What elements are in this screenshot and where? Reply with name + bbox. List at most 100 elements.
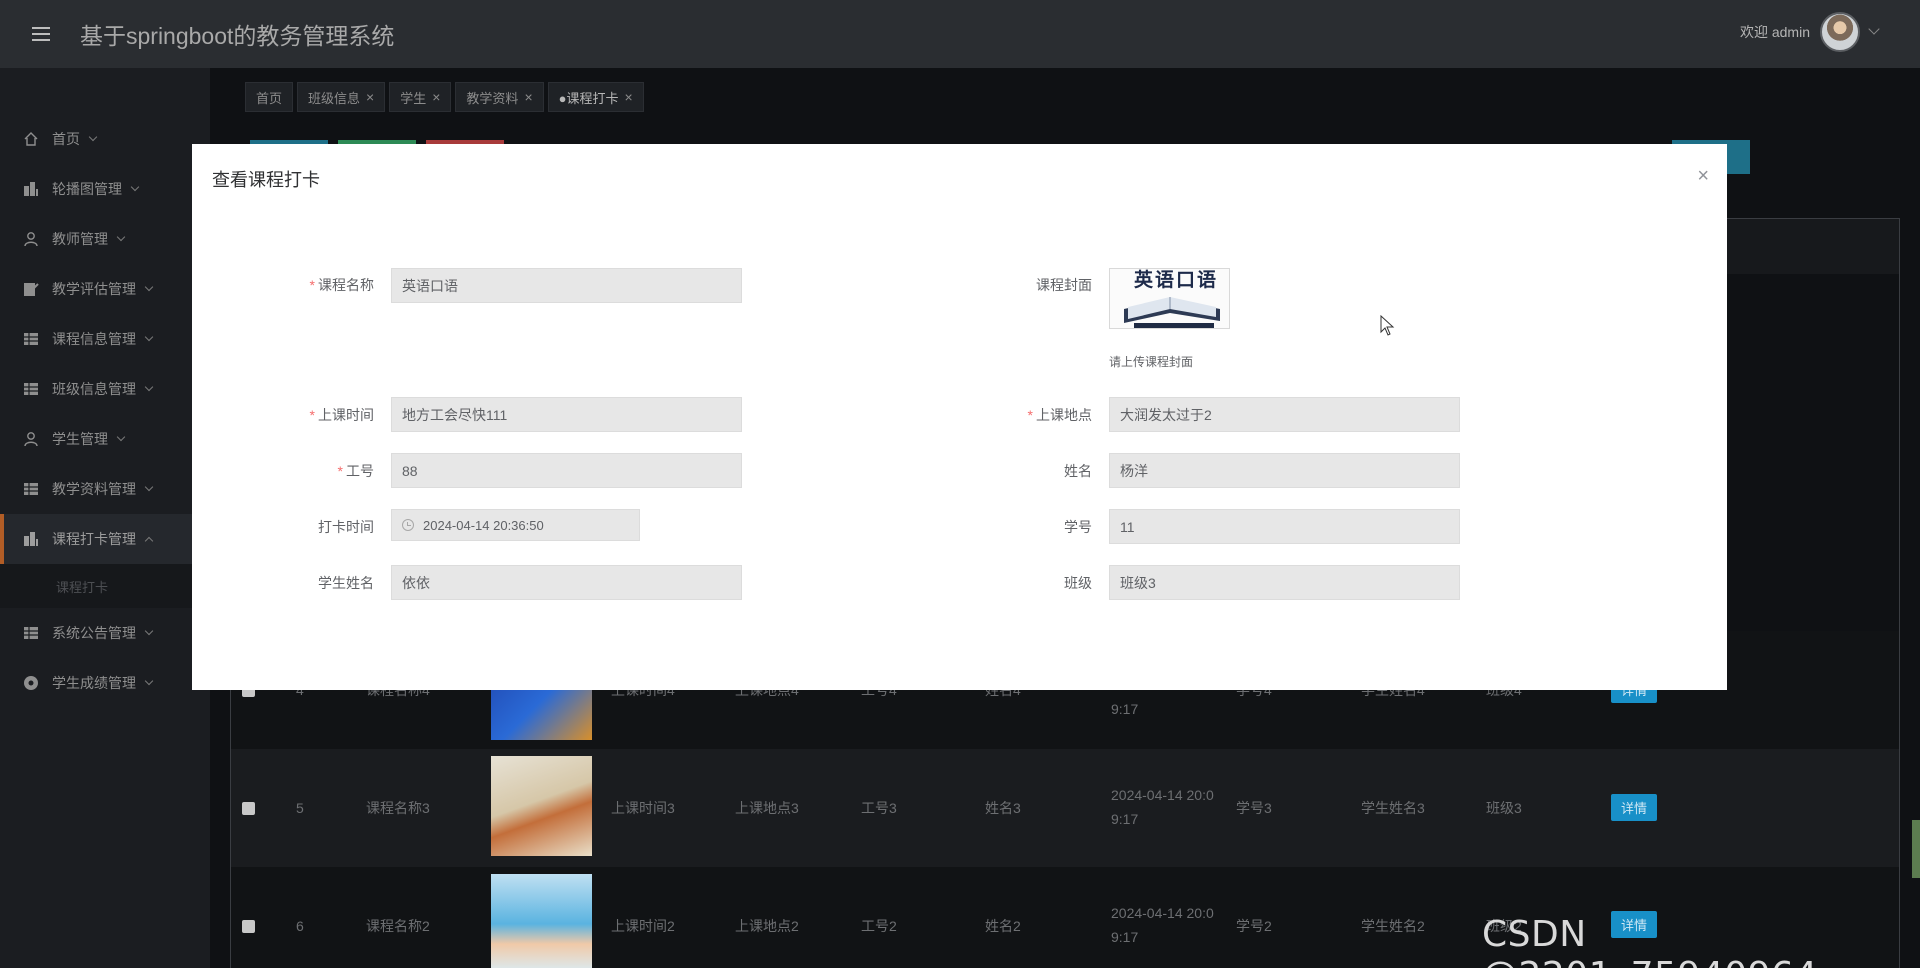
class-time-label: * 上课时间 (309, 407, 374, 423)
menu-toggle-icon[interactable] (32, 27, 50, 41)
clock-icon (402, 519, 414, 531)
sidebar-item-course-info[interactable]: 课程信息管理 (0, 314, 210, 364)
sidebar-item-notices[interactable]: 系统公告管理 (0, 608, 210, 658)
row-work-no: 工号2 (861, 918, 897, 934)
sidebar-item-label: 教师管理 (52, 231, 108, 247)
row-class-place: 上课地点3 (735, 800, 799, 816)
cover-label: 课程封面 (1036, 277, 1092, 293)
grid-icon (22, 481, 40, 497)
close-icon[interactable]: × (1697, 166, 1709, 186)
sidebar-item-grades[interactable]: 学生成绩管理 (0, 658, 210, 708)
person-icon (22, 231, 40, 247)
course-cover-image[interactable]: 英语口语 (1109, 268, 1230, 329)
avatar[interactable] (1820, 12, 1860, 52)
side-scroll-handle[interactable] (1912, 820, 1920, 878)
row-date-line2: 9:17 (1111, 811, 1139, 827)
sidebar-item-label: 教学资料管理 (52, 481, 136, 497)
tab-label: 首页 (256, 90, 283, 106)
sidebar-item-class-info[interactable]: 班级信息管理 (0, 364, 210, 414)
row-date-line1: 2024-04-14 20:0 (1111, 787, 1214, 803)
app-title: 基于springboot的教务管理系统 (80, 23, 395, 49)
checkin-time-value: 2024-04-14 20:36:50 (423, 517, 544, 533)
watermark: CSDN @2201_75940964 (1482, 914, 1817, 968)
row-student-name: 学生姓名2 (1361, 918, 1425, 934)
class-place-field[interactable]: 大润发太过于2 (1109, 397, 1460, 432)
name-field[interactable]: 杨洋 (1109, 453, 1460, 488)
tab-checkin[interactable]: ●课程打卡 × (547, 82, 644, 112)
user-menu[interactable]: 欢迎 admin (1740, 12, 1880, 52)
label-text: 上课时间 (318, 407, 374, 423)
row-work-no: 工号3 (861, 800, 897, 816)
label-text: 工号 (346, 463, 374, 479)
row-date: 2024-04-14 20:0 9:17 (1111, 783, 1214, 831)
grid-icon (22, 331, 40, 347)
student-name-field[interactable]: 依依 (391, 565, 742, 600)
home-icon (22, 131, 40, 147)
cover-upload-hint: 请上传课程封面 (1109, 355, 1194, 369)
close-icon[interactable]: × (624, 89, 632, 105)
class-field[interactable]: 班级3 (1109, 565, 1460, 600)
class-time-field[interactable]: 地方工会尽快111 (391, 397, 742, 432)
chevron-up-icon (144, 536, 154, 545)
row-class-place: 上课地点2 (735, 918, 799, 934)
course-name-field[interactable]: 英语口语 (391, 268, 742, 303)
building-icon (22, 181, 40, 197)
student-no-label: 学号 (1064, 519, 1092, 535)
sidebar-item-label: 课程打卡管理 (52, 531, 136, 547)
class-place-label: * 上课地点 (1027, 407, 1092, 423)
row-date-line2: 9:17 (1111, 929, 1139, 945)
tab-class-info[interactable]: 班级信息 × (297, 82, 386, 112)
checkin-time-label: 打卡时间 (318, 519, 374, 535)
top-header: 基于springboot的教务管理系统 欢迎 admin (0, 0, 1920, 68)
sidebar-item-teachers[interactable]: 教师管理 (0, 214, 210, 264)
row-course-name: 课程名称3 (366, 800, 430, 816)
grid-icon (22, 625, 40, 641)
tab-label: ●课程打卡 (558, 90, 619, 106)
sidebar-item-label: 班级信息管理 (52, 381, 136, 397)
row-class: 班级3 (1486, 800, 1522, 816)
building-icon (22, 531, 40, 547)
sidebar-item-carousel[interactable]: 轮播图管理 (0, 164, 210, 214)
chevron-down-icon (88, 132, 98, 142)
sidebar-item-materials[interactable]: 教学资料管理 (0, 464, 210, 514)
tab-home[interactable]: 首页 (245, 82, 294, 112)
close-icon[interactable]: × (524, 89, 532, 105)
chevron-down-icon (116, 232, 126, 242)
row-course-name: 课程名称2 (366, 918, 430, 934)
tab-students[interactable]: 学生 × (389, 82, 452, 112)
chevron-down-icon (144, 382, 154, 392)
row-index: 6 (296, 918, 304, 934)
chevron-down-icon (144, 332, 154, 342)
student-no-field[interactable]: 11 (1109, 509, 1460, 544)
row-index: 5 (296, 800, 304, 816)
work-no-field[interactable]: 88 (391, 453, 742, 488)
row-checkbox[interactable] (242, 919, 255, 933)
close-icon[interactable]: × (432, 89, 440, 105)
tab-bar: 首页 班级信息 × 学生 × 教学资料 × ●课程打卡 × (245, 82, 644, 112)
cover-image-text: 英语口语 (1134, 270, 1219, 291)
person-icon (22, 431, 40, 447)
close-icon[interactable]: × (366, 89, 374, 105)
sidebar-item-label: 学生成绩管理 (52, 675, 136, 691)
sidebar-item-checkin[interactable]: 课程打卡管理 (0, 514, 210, 564)
sidebar-subitem-checkin[interactable]: 课程打卡 (0, 564, 210, 608)
row-student-name: 学生姓名3 (1361, 800, 1425, 816)
chevron-down-icon (144, 482, 154, 492)
checkin-time-picker[interactable]: 2024-04-14 20:36:50 (391, 509, 640, 541)
row-class-time: 上课时间3 (611, 800, 675, 816)
sidebar: 首页 轮播图管理 教师管理 教学评估管理 课程信息管理 班级信息管理 学生管理 (0, 68, 210, 968)
row-person-name: 姓名3 (985, 800, 1021, 816)
record-icon (22, 675, 40, 691)
sidebar-item-students[interactable]: 学生管理 (0, 414, 210, 464)
doc-edit-icon (22, 281, 40, 297)
chevron-down-icon[interactable] (1868, 23, 1880, 35)
row-cover-image (491, 756, 592, 856)
mouse-cursor-icon (1380, 315, 1395, 336)
tab-materials[interactable]: 教学资料 × (455, 82, 544, 112)
row-checkbox[interactable] (242, 801, 255, 815)
row-student-no: 学号3 (1236, 800, 1272, 816)
sidebar-item-evaluation[interactable]: 教学评估管理 (0, 264, 210, 314)
class-label: 班级 (1064, 575, 1092, 591)
sidebar-item-home[interactable]: 首页 (0, 114, 210, 164)
detail-button[interactable]: 详情 (1611, 794, 1658, 821)
